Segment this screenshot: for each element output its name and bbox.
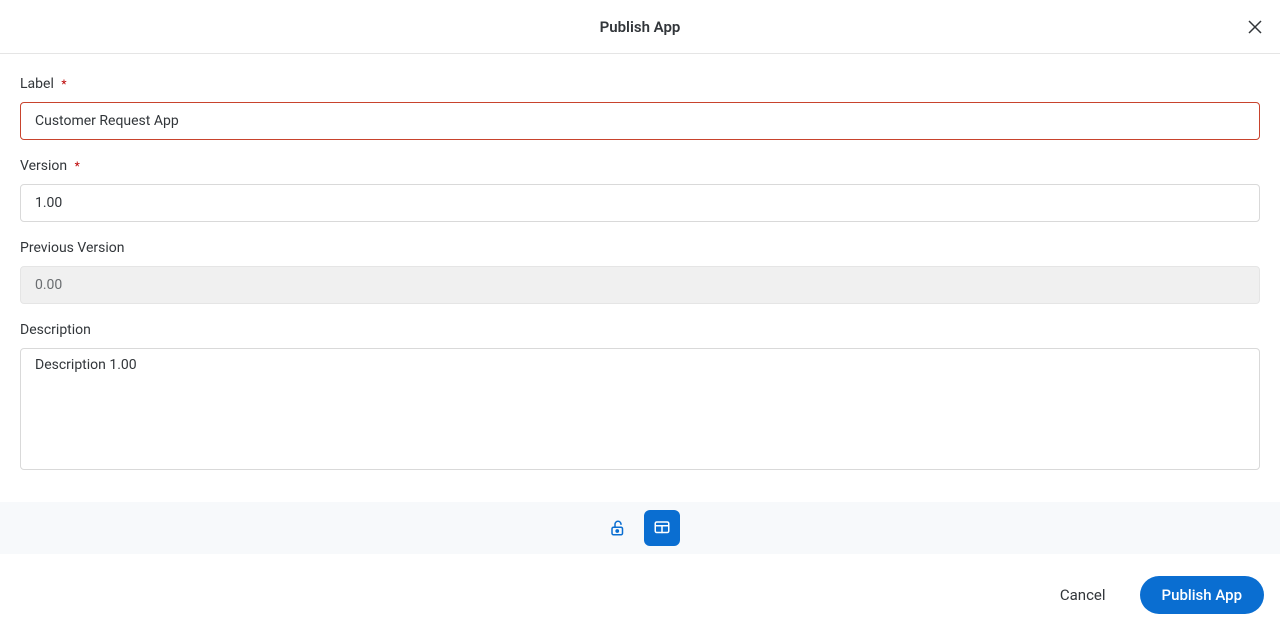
description-text: Description (20, 322, 91, 338)
form-group-label: Label * (20, 76, 1260, 140)
previous-version-field-label: Previous Version (20, 240, 1260, 256)
unlock-icon (609, 519, 627, 537)
unlock-toggle-button[interactable] (600, 510, 636, 546)
toggle-bar (0, 502, 1280, 554)
form-group-previous-version: Previous Version (20, 240, 1260, 304)
previous-version-text: Previous Version (20, 240, 125, 256)
form-group-description: Description (20, 322, 1260, 474)
cancel-button[interactable]: Cancel (1048, 578, 1118, 612)
label-text: Label (20, 76, 54, 92)
modal-header: Publish App (0, 0, 1280, 54)
close-icon (1248, 20, 1262, 34)
layout-toggle-button[interactable] (644, 510, 680, 546)
modal-body: Label * Version * Previous Version Descr… (0, 54, 1280, 502)
required-asterisk: * (75, 159, 80, 173)
version-input[interactable] (20, 184, 1260, 222)
version-text: Version (20, 158, 67, 174)
form-group-version: Version * (20, 158, 1260, 222)
label-field-label: Label * (20, 76, 1260, 92)
modal-title: Publish App (600, 18, 681, 36)
description-field-label: Description (20, 322, 1260, 338)
description-textarea[interactable] (20, 348, 1260, 470)
label-input[interactable] (20, 102, 1260, 140)
required-asterisk: * (61, 77, 66, 91)
close-button[interactable] (1244, 16, 1266, 38)
layout-icon (653, 519, 671, 537)
version-field-label: Version * (20, 158, 1260, 174)
publish-app-button[interactable]: Publish App (1140, 576, 1264, 614)
previous-version-input (20, 266, 1260, 304)
